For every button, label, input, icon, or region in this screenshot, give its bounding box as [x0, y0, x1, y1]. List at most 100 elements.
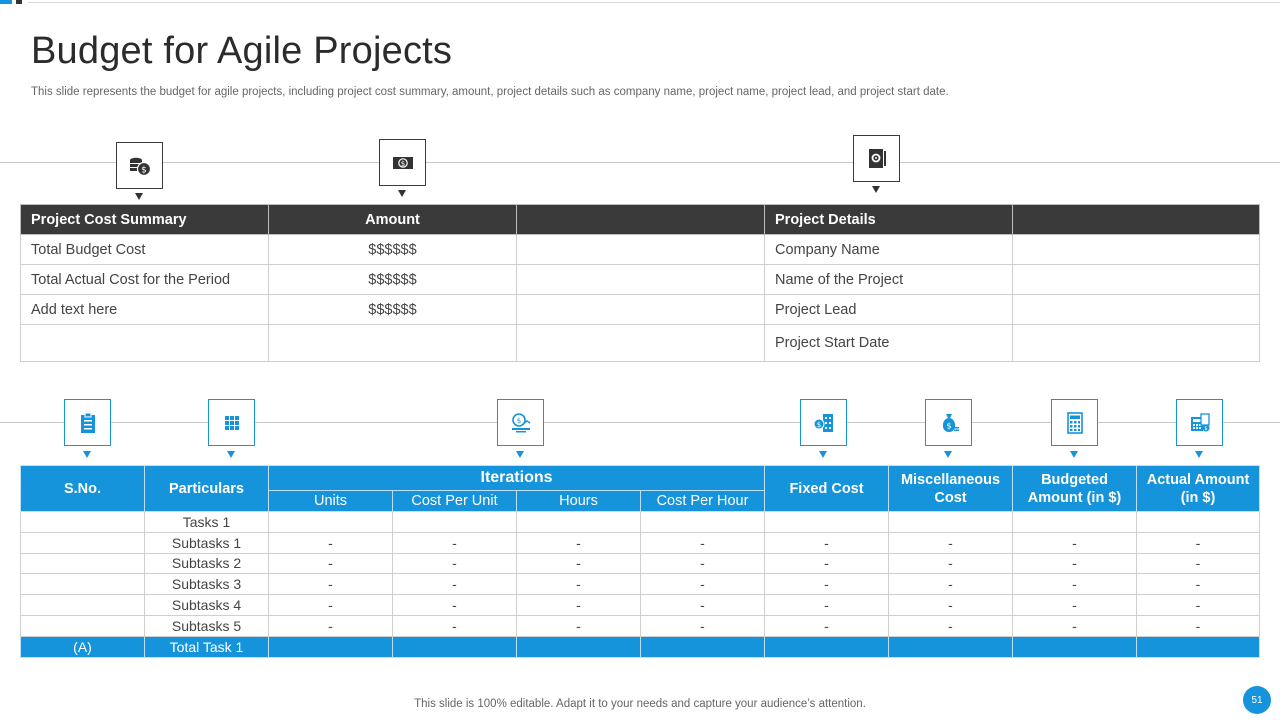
table-row: Subtasks 3-------- [20, 573, 1261, 596]
pointer-arrow [872, 186, 880, 193]
pointer-arrow [944, 451, 952, 458]
page-number-badge: 51 [1243, 686, 1271, 714]
table-cell: - [888, 594, 1014, 616]
table-cell: Tasks 1 [144, 511, 269, 533]
table-cell [268, 511, 393, 533]
table-cell [20, 573, 145, 596]
table-cell: Add text here [20, 294, 269, 325]
table-cell: - [639, 531, 766, 554]
table-row: Add text here $$$$$$ Project Lead [20, 294, 1260, 325]
table-cell [516, 234, 765, 265]
table-cell [20, 614, 145, 637]
table-row: Total Actual Cost for the Period $$$$$$ … [20, 264, 1260, 295]
table-cell: - [1012, 552, 1138, 575]
table-cell [20, 511, 145, 533]
header-iterations: Iterations [267, 465, 766, 491]
calculator-icon [1051, 399, 1098, 446]
total-cell [764, 635, 890, 658]
task-header-row: S.No. Particulars Iterations Fixed Cost … [20, 465, 1261, 512]
table-cell [20, 324, 269, 362]
total-cell [888, 635, 1014, 658]
table-cell: Company Name [764, 234, 1013, 265]
summary-header-row: Project Cost Summary Amount Project Deta… [20, 204, 1260, 235]
header-project-details: Project Details [764, 204, 1013, 235]
table-row: Subtasks 1-------- [20, 531, 1261, 554]
table-row: Project Start Date [20, 324, 1260, 362]
pointer-arrow [1070, 451, 1078, 458]
table-cell: - [639, 594, 766, 616]
table-cell: Subtasks 2 [144, 552, 269, 575]
table-cell [268, 324, 517, 362]
total-cell [1136, 635, 1261, 658]
table-cell: - [268, 573, 393, 596]
table-cell: - [1136, 552, 1261, 575]
header-misc-cost: Miscellaneous Cost [888, 465, 1014, 512]
svg-text:$: $ [1204, 426, 1207, 432]
header-particulars: Particulars [144, 465, 269, 512]
building-dollar-icon: $ [800, 399, 847, 446]
footer-note: This slide is 100% editable. Adapt it to… [414, 698, 866, 710]
table-cell: - [392, 573, 517, 596]
pointer-arrow [398, 190, 406, 197]
table-cell: - [1012, 531, 1138, 554]
header-blank [1012, 204, 1260, 235]
table-row: Total Budget Cost $$$$$$ Company Name [20, 234, 1260, 265]
table-row: Subtasks 4-------- [20, 594, 1261, 616]
table-cell: Name of the Project [764, 264, 1013, 295]
table-cell [888, 511, 1014, 533]
header-budgeted-amount: Budgeted Amount (in $) [1012, 465, 1138, 512]
total-row: (A) Total Task 1 [20, 635, 1261, 658]
table-cell: - [639, 573, 766, 596]
table-cell: - [1012, 573, 1138, 596]
table-cell: - [392, 531, 517, 554]
table-row: Subtasks 5-------- [20, 614, 1261, 637]
header-project-cost-summary: Project Cost Summary [20, 204, 269, 235]
project-cost-summary-table: Project Cost Summary Amount Project Deta… [20, 204, 1260, 362]
pointer-arrow [227, 451, 235, 458]
table-cell: - [764, 531, 890, 554]
table-cell [516, 294, 765, 325]
table-cell [20, 552, 145, 575]
page-subtitle: This slide represents the budget for agi… [31, 86, 949, 98]
table-cell: Total Budget Cost [20, 234, 269, 265]
table-cell: - [888, 573, 1014, 596]
table-cell [639, 511, 766, 533]
header-units: Units [268, 490, 393, 512]
table-cell: - [268, 531, 393, 554]
table-cell: $$$$$$ [268, 234, 517, 265]
table-cell: Subtasks 3 [144, 573, 269, 596]
calculator-invoice-icon: $ [1176, 399, 1223, 446]
total-cell [516, 635, 641, 658]
table-row: Subtasks 2-------- [20, 552, 1261, 575]
table-cell: - [764, 552, 890, 575]
header-sno: S.No. [20, 465, 145, 512]
table-cell [20, 594, 145, 616]
svg-text:$: $ [816, 421, 820, 429]
total-cell [639, 635, 766, 658]
grid-icon [208, 399, 255, 446]
table-cell [1012, 234, 1260, 265]
table-cell [1012, 511, 1138, 533]
table-cell [1012, 324, 1260, 362]
table-cell: - [888, 552, 1014, 575]
total-cell [1012, 635, 1138, 658]
table-cell: - [392, 594, 517, 616]
table-cell: Project Lead [764, 294, 1013, 325]
table-cell: - [1136, 573, 1261, 596]
table-cell: - [392, 552, 517, 575]
table-cell: - [516, 594, 641, 616]
svg-text:$: $ [400, 160, 404, 168]
header-cost-per-hour: Cost Per Hour [639, 490, 766, 512]
top-rule [28, 2, 1280, 3]
pointer-arrow [135, 193, 143, 200]
table-row: Tasks 1 [20, 511, 1261, 533]
table-cell: - [764, 573, 890, 596]
table-cell: - [639, 552, 766, 575]
table-cell: - [1012, 594, 1138, 616]
table-cell: - [1136, 614, 1261, 637]
corner-accent [0, 0, 22, 4]
table-cell [764, 511, 890, 533]
page-title: Budget for Agile Projects [31, 30, 453, 72]
total-cell: (A) [20, 635, 145, 658]
pointer-arrow [516, 451, 524, 458]
